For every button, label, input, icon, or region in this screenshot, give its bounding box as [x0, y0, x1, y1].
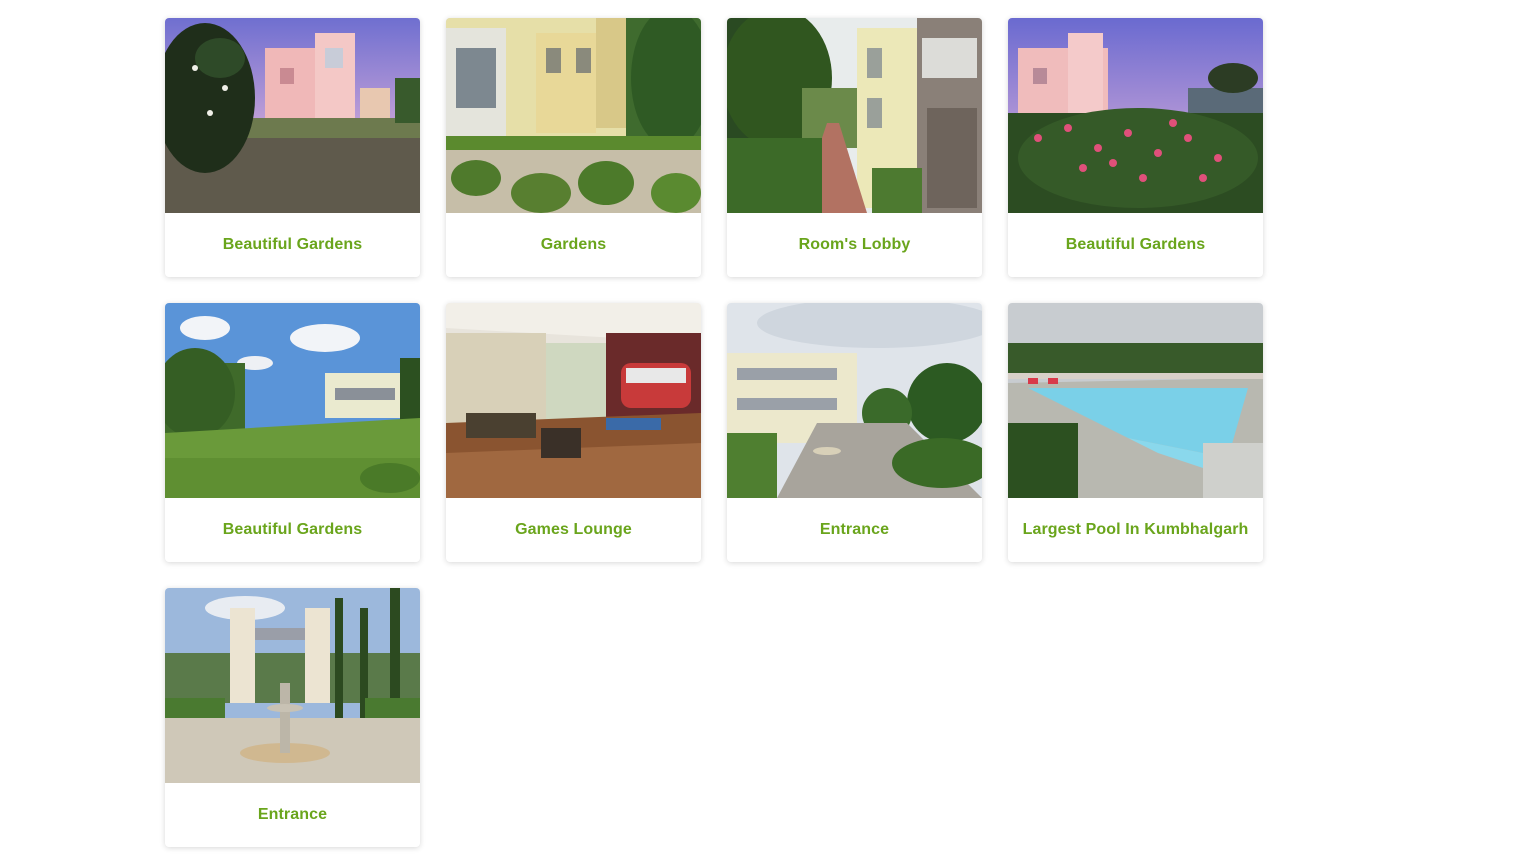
gallery-card[interactable]: Beautiful Gardens: [165, 303, 420, 562]
gallery-caption[interactable]: Beautiful Gardens: [165, 213, 420, 277]
gallery-card[interactable]: Room's Lobby: [727, 18, 982, 277]
gallery-photo-swimming-pool[interactable]: [1008, 303, 1263, 498]
gallery-caption[interactable]: Beautiful Gardens: [165, 498, 420, 562]
gallery-photo-lobby-walkway[interactable]: [727, 18, 982, 213]
gallery-caption[interactable]: Room's Lobby: [727, 213, 982, 277]
photo-gallery: Beautiful Gardens Gardens Room's Lobby B…: [165, 18, 1263, 847]
gallery-card[interactable]: Entrance: [727, 303, 982, 562]
gallery-photo-wide-lawn[interactable]: [165, 303, 420, 498]
gallery-photo-lounge-interior[interactable]: [446, 303, 701, 498]
gallery-caption[interactable]: Entrance: [165, 783, 420, 847]
gallery-card[interactable]: Games Lounge: [446, 303, 701, 562]
gallery-photo-villa-lawn[interactable]: [165, 18, 420, 213]
gallery-caption[interactable]: Gardens: [446, 213, 701, 277]
gallery-photo-entrance-fountain[interactable]: [165, 588, 420, 783]
gallery-caption[interactable]: Games Lounge: [446, 498, 701, 562]
gallery-photo-flower-bushes[interactable]: [1008, 18, 1263, 213]
gallery-card[interactable]: Beautiful Gardens: [1008, 18, 1263, 277]
gallery-photo-villa-courtyard[interactable]: [446, 18, 701, 213]
gallery-card[interactable]: Entrance: [165, 588, 420, 847]
gallery-caption[interactable]: Largest Pool In Kumbhalgarh: [1008, 498, 1263, 562]
gallery-card[interactable]: Largest Pool In Kumbhalgarh: [1008, 303, 1263, 562]
gallery-caption[interactable]: Beautiful Gardens: [1008, 213, 1263, 277]
gallery-caption[interactable]: Entrance: [727, 498, 982, 562]
gallery-photo-entrance-drive[interactable]: [727, 303, 982, 498]
gallery-card[interactable]: Beautiful Gardens: [165, 18, 420, 277]
gallery-card[interactable]: Gardens: [446, 18, 701, 277]
